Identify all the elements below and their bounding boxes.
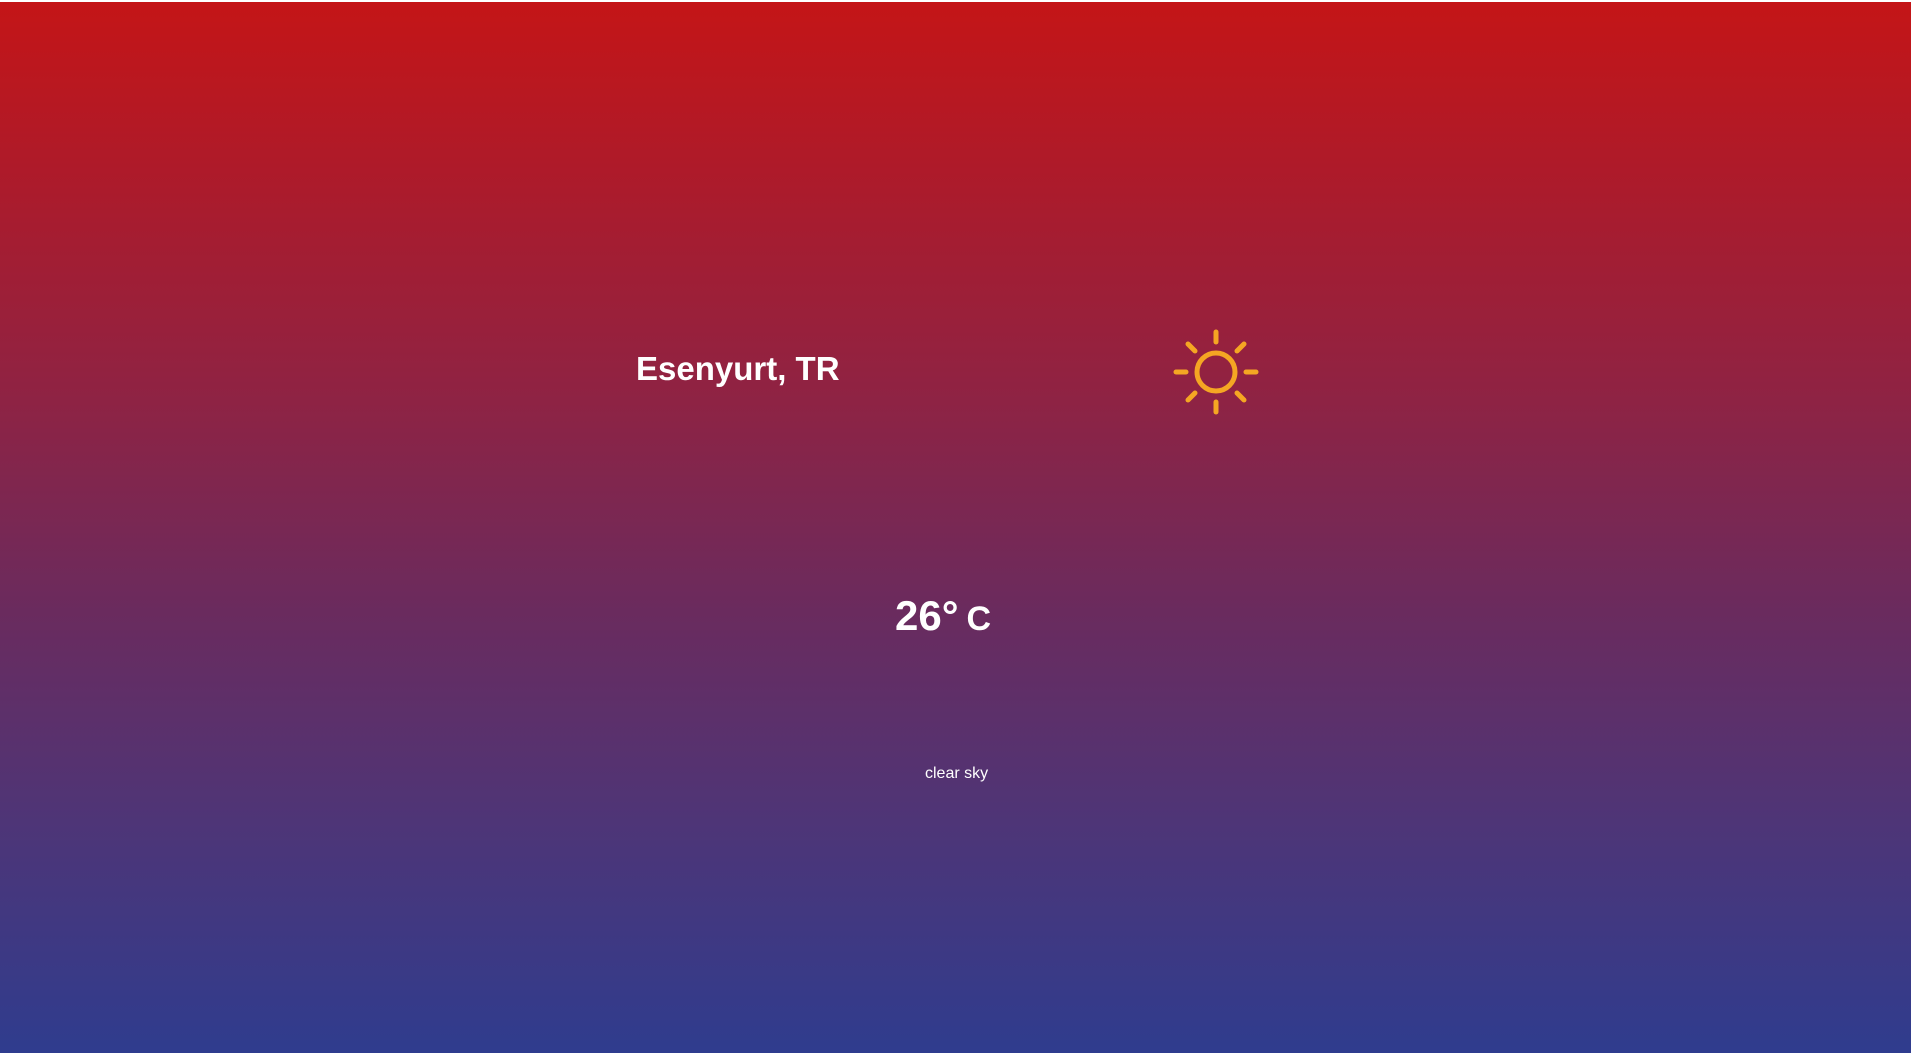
weather-background xyxy=(0,2,1911,1053)
temperature-value: 26° xyxy=(895,592,959,639)
city-label: Esenyurt, TR xyxy=(636,350,840,387)
weather-description: clear sky xyxy=(925,765,989,782)
temperature-display: 26° C xyxy=(895,592,991,640)
temperature-unit: C xyxy=(966,600,992,638)
sun-icon xyxy=(1173,329,1259,415)
